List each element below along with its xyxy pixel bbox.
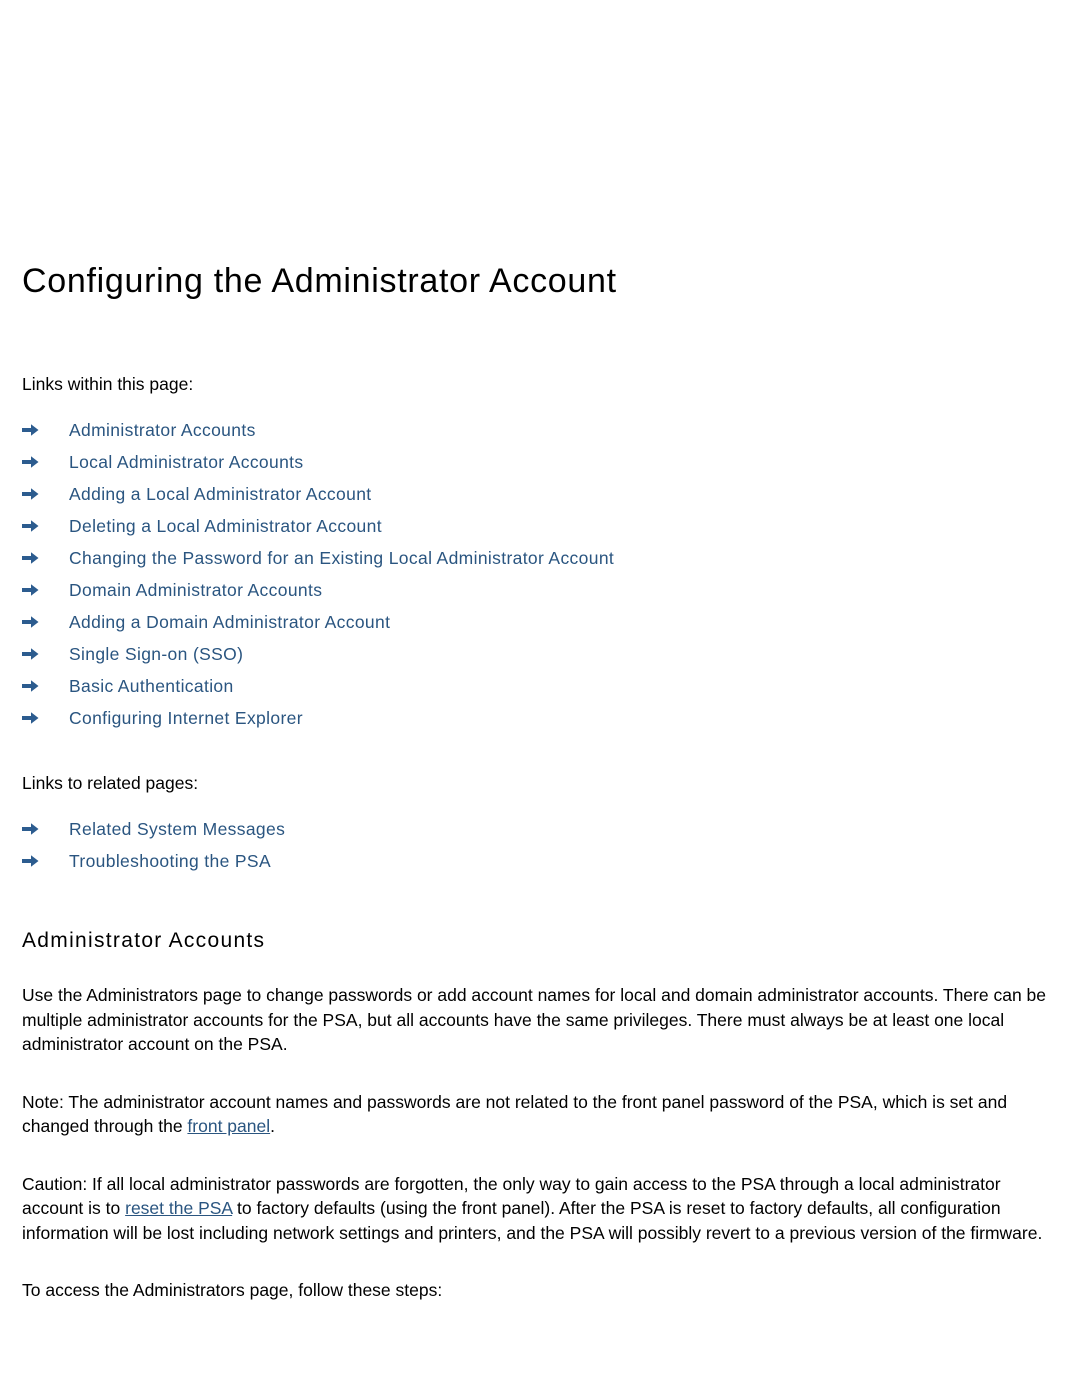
- link-label[interactable]: Basic Authentication: [69, 674, 234, 698]
- arrow-right-icon: [22, 638, 69, 670]
- arrow-right-icon: [22, 478, 69, 510]
- note-paragraph: Note: The administrator account names an…: [22, 1057, 1058, 1139]
- links-related-pages-label: Links to related pages:: [22, 773, 199, 793]
- list-item[interactable]: Domain Administrator Accounts: [22, 574, 1058, 606]
- arrow-right-icon: [22, 510, 69, 542]
- note-text-prefix: Note: The administrator account names an…: [22, 1091, 1008, 1137]
- arrow-right-icon: [22, 813, 69, 845]
- link-label[interactable]: Administrator Accounts: [69, 418, 256, 442]
- arrow-right-icon: [22, 414, 69, 446]
- link-label[interactable]: Adding a Local Administrator Account: [69, 482, 372, 506]
- links-related-pages-list: Related System Messages Troubleshooting …: [22, 795, 1058, 877]
- link-label[interactable]: Domain Administrator Accounts: [69, 578, 322, 602]
- arrow-right-icon: [22, 574, 69, 606]
- arrow-right-icon: [22, 702, 69, 734]
- intro-paragraph: Use the Administrators page to change pa…: [22, 985, 1046, 1054]
- list-item[interactable]: Local Administrator Accounts: [22, 446, 1058, 478]
- link-label[interactable]: Troubleshooting the PSA: [69, 849, 271, 873]
- page-title: Configuring the Administrator Account: [22, 262, 617, 300]
- list-item[interactable]: Troubleshooting the PSA: [22, 845, 1058, 877]
- link-label[interactable]: Related System Messages: [69, 817, 285, 841]
- link-label[interactable]: Changing the Password for an Existing Lo…: [69, 546, 614, 570]
- list-item[interactable]: Basic Authentication: [22, 670, 1058, 702]
- link-label[interactable]: Deleting a Local Administrator Account: [69, 514, 382, 538]
- links-within-page-list: Administrator Accounts Local Administrat…: [22, 396, 1058, 734]
- list-item[interactable]: Single Sign-on (SSO): [22, 638, 1058, 670]
- link-label[interactable]: Local Administrator Accounts: [69, 450, 304, 474]
- arrow-right-icon: [22, 845, 69, 877]
- link-label[interactable]: Adding a Domain Administrator Account: [69, 610, 390, 634]
- caution-paragraph: Caution: If all local administrator pass…: [22, 1139, 1058, 1246]
- list-item[interactable]: Changing the Password for an Existing Lo…: [22, 542, 1058, 574]
- reset-the-psa-link[interactable]: reset the PSA: [125, 1198, 232, 1218]
- arrow-right-icon: [22, 542, 69, 574]
- arrow-right-icon: [22, 670, 69, 702]
- arrow-right-icon: [22, 606, 69, 638]
- closing-paragraph: To access the Administrators page, follo…: [22, 1280, 443, 1300]
- note-text-suffix: .: [270, 1116, 275, 1136]
- link-label[interactable]: Single Sign-on (SSO): [69, 642, 243, 666]
- list-item[interactable]: Adding a Domain Administrator Account: [22, 606, 1058, 638]
- list-item[interactable]: Deleting a Local Administrator Account: [22, 510, 1058, 542]
- section-heading-administrator-accounts: Administrator Accounts: [22, 929, 266, 952]
- list-item[interactable]: Administrator Accounts: [22, 414, 1058, 446]
- list-item[interactable]: Related System Messages: [22, 813, 1058, 845]
- list-item[interactable]: Configuring Internet Explorer: [22, 702, 1058, 734]
- document-page: Configuring the Administrator Account Li…: [0, 0, 1080, 1397]
- list-item[interactable]: Adding a Local Administrator Account: [22, 478, 1058, 510]
- arrow-right-icon: [22, 446, 69, 478]
- link-label[interactable]: Configuring Internet Explorer: [69, 706, 303, 730]
- links-within-page-label: Links within this page:: [22, 374, 194, 394]
- front-panel-link[interactable]: front panel: [187, 1116, 270, 1136]
